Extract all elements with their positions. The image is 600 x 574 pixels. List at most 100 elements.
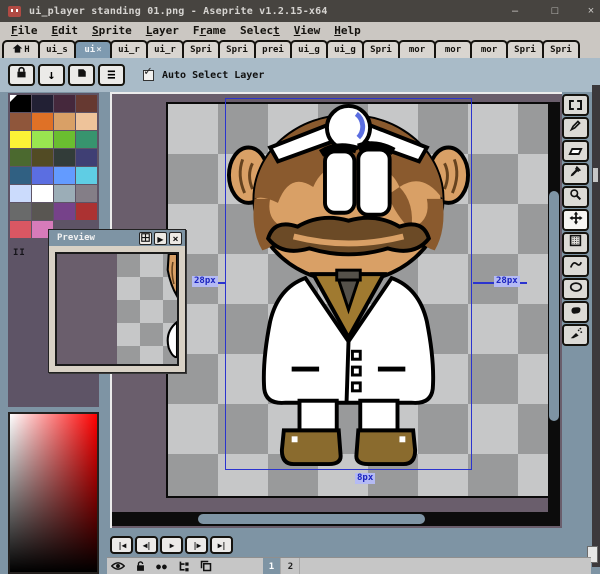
edge-scroll-thumb[interactable] [593, 168, 598, 182]
last-frame-button[interactable]: ▶| [210, 536, 233, 554]
arrow-down-button[interactable]: ↓ [38, 64, 65, 86]
line-curve-tool-button[interactable] [562, 255, 589, 277]
palette-swatch-20[interactable] [10, 185, 31, 202]
spray-tool-button[interactable] [562, 324, 589, 346]
timeline-frame-1[interactable]: 1 [263, 558, 281, 574]
play-button[interactable]: ▶ [160, 536, 183, 554]
palette-swatch-17[interactable] [32, 167, 53, 184]
move-tool-button[interactable] [562, 209, 589, 231]
preview-window[interactable]: Preview ▶× [48, 229, 186, 373]
lock-button[interactable] [8, 64, 35, 86]
timeline-frame-2[interactable]: 2 [282, 558, 300, 574]
palette-swatch-21[interactable] [32, 185, 53, 202]
paint-bucket-gradient-tool-button[interactable] [562, 232, 589, 254]
color-picker-gradient[interactable] [8, 412, 99, 574]
first-frame-button[interactable]: |◀ [110, 536, 133, 554]
tab-ui_r-3[interactable]: ui_r [110, 40, 148, 58]
palette-swatch-11[interactable] [76, 131, 97, 148]
tab-ui_g-9[interactable]: ui_g [326, 40, 364, 58]
palette-swatch-15[interactable] [76, 149, 97, 166]
eye-icon[interactable] [107, 558, 129, 574]
tab-ui_r-4[interactable]: ui_r [146, 40, 184, 58]
tab-Spri-15[interactable]: Spri [542, 40, 580, 58]
tab-Spri-14[interactable]: Spri [506, 40, 544, 58]
palette-swatch-25[interactable] [32, 203, 53, 220]
palette-swatch-7[interactable] [76, 113, 97, 130]
palette-swatch-28[interactable] [10, 221, 31, 238]
vertical-scrollbar[interactable] [548, 102, 560, 526]
square-button[interactable] [68, 64, 95, 86]
frames-icon[interactable] [195, 558, 217, 574]
tab-home[interactable]: H [2, 40, 40, 58]
onion-skin-icon[interactable]: ●● [151, 558, 173, 574]
palette-swatch-24[interactable] [10, 203, 31, 220]
palette-swatch-9[interactable] [32, 131, 53, 148]
palette-swatch-2[interactable] [54, 95, 75, 112]
prev-frame-button[interactable]: ◀| [135, 536, 158, 554]
palette-swatch-0[interactable] [10, 95, 31, 112]
palette-swatch-8[interactable] [10, 131, 31, 148]
menu-frame[interactable]: Frame [186, 24, 233, 37]
palette-swatch-27[interactable] [76, 203, 97, 220]
palette-resize-handle[interactable]: II [13, 248, 26, 258]
palette-swatch-14[interactable] [54, 149, 75, 166]
palette-swatch-10[interactable] [54, 131, 75, 148]
window-right-edge [592, 85, 600, 567]
palette-swatch-16[interactable] [10, 167, 31, 184]
preview-title-bar[interactable]: Preview ▶× [49, 230, 185, 246]
menu-layer[interactable]: Layer [139, 24, 186, 37]
link-icon[interactable] [173, 558, 195, 574]
menu-view[interactable]: View [287, 24, 328, 37]
tab-ui_s-1[interactable]: ui_s [38, 40, 76, 58]
selection-box[interactable] [225, 98, 472, 470]
tab-mor-11[interactable]: mor [398, 40, 436, 58]
palette-swatch-3[interactable] [76, 95, 97, 112]
padlock-icon[interactable] [129, 558, 151, 574]
next-frame-button[interactable]: |▶ [185, 536, 208, 554]
vertical-scrollbar-thumb[interactable] [549, 191, 559, 421]
tab-ui_g-8[interactable]: ui_g [290, 40, 328, 58]
checkbox-box[interactable]: ✓ [143, 70, 154, 81]
palette-swatch-26[interactable] [54, 203, 75, 220]
ellipse-tool-button[interactable] [562, 278, 589, 300]
palette-swatch-13[interactable] [32, 149, 53, 166]
palette-swatch-18[interactable] [54, 167, 75, 184]
menu-button[interactable]: ≡ [98, 64, 125, 86]
rectangular-marquee-tool-button[interactable] [562, 94, 589, 116]
minimize-button[interactable]: – [500, 0, 530, 22]
palette-swatch-6[interactable] [54, 113, 75, 130]
tab-mor-13[interactable]: mor [470, 40, 508, 58]
preview-center-button[interactable] [139, 232, 152, 245]
menu-help[interactable]: Help [327, 24, 368, 37]
tab-mor-12[interactable]: mor [434, 40, 472, 58]
zoom-tool-button[interactable] [562, 186, 589, 208]
eraser-tool-button[interactable] [562, 140, 589, 162]
maximize-button[interactable]: □ [540, 0, 570, 22]
palette-swatch-5[interactable] [32, 113, 53, 130]
palette-swatch-19[interactable] [76, 167, 97, 184]
tab-ui-2[interactable]: ui× [74, 40, 112, 58]
preview-play-button[interactable]: ▶ [154, 232, 167, 245]
palette-swatch-12[interactable] [10, 149, 31, 166]
palette-swatch-23[interactable] [76, 185, 97, 202]
tab-prei-7[interactable]: prei [254, 40, 292, 58]
tab-Spri-5[interactable]: Spri [182, 40, 220, 58]
palette-swatch-1[interactable] [32, 95, 53, 112]
preview-close-button[interactable]: × [169, 232, 182, 245]
tab-Spri-6[interactable]: Spri [218, 40, 256, 58]
horizontal-scrollbar-thumb[interactable] [198, 514, 425, 524]
menu-sprite[interactable]: Sprite [85, 24, 139, 37]
tab-Spri-10[interactable]: Spri [362, 40, 400, 58]
menu-select[interactable]: Select [233, 24, 287, 37]
contour-tool-button[interactable] [562, 301, 589, 323]
close-button[interactable]: × [576, 0, 600, 22]
pencil-tool-button[interactable] [562, 117, 589, 139]
menu-file[interactable]: File [4, 24, 45, 37]
palette-swatch-22[interactable] [54, 185, 75, 202]
auto-select-layer-checkbox[interactable]: ✓ Auto Select Layer [143, 70, 264, 81]
palette-swatch-4[interactable] [10, 113, 31, 130]
eyedropper-tool-button[interactable] [562, 163, 589, 185]
horizontal-scrollbar[interactable] [112, 512, 560, 526]
menu-edit[interactable]: Edit [45, 24, 86, 37]
tab-close-icon[interactable]: × [96, 45, 101, 55]
